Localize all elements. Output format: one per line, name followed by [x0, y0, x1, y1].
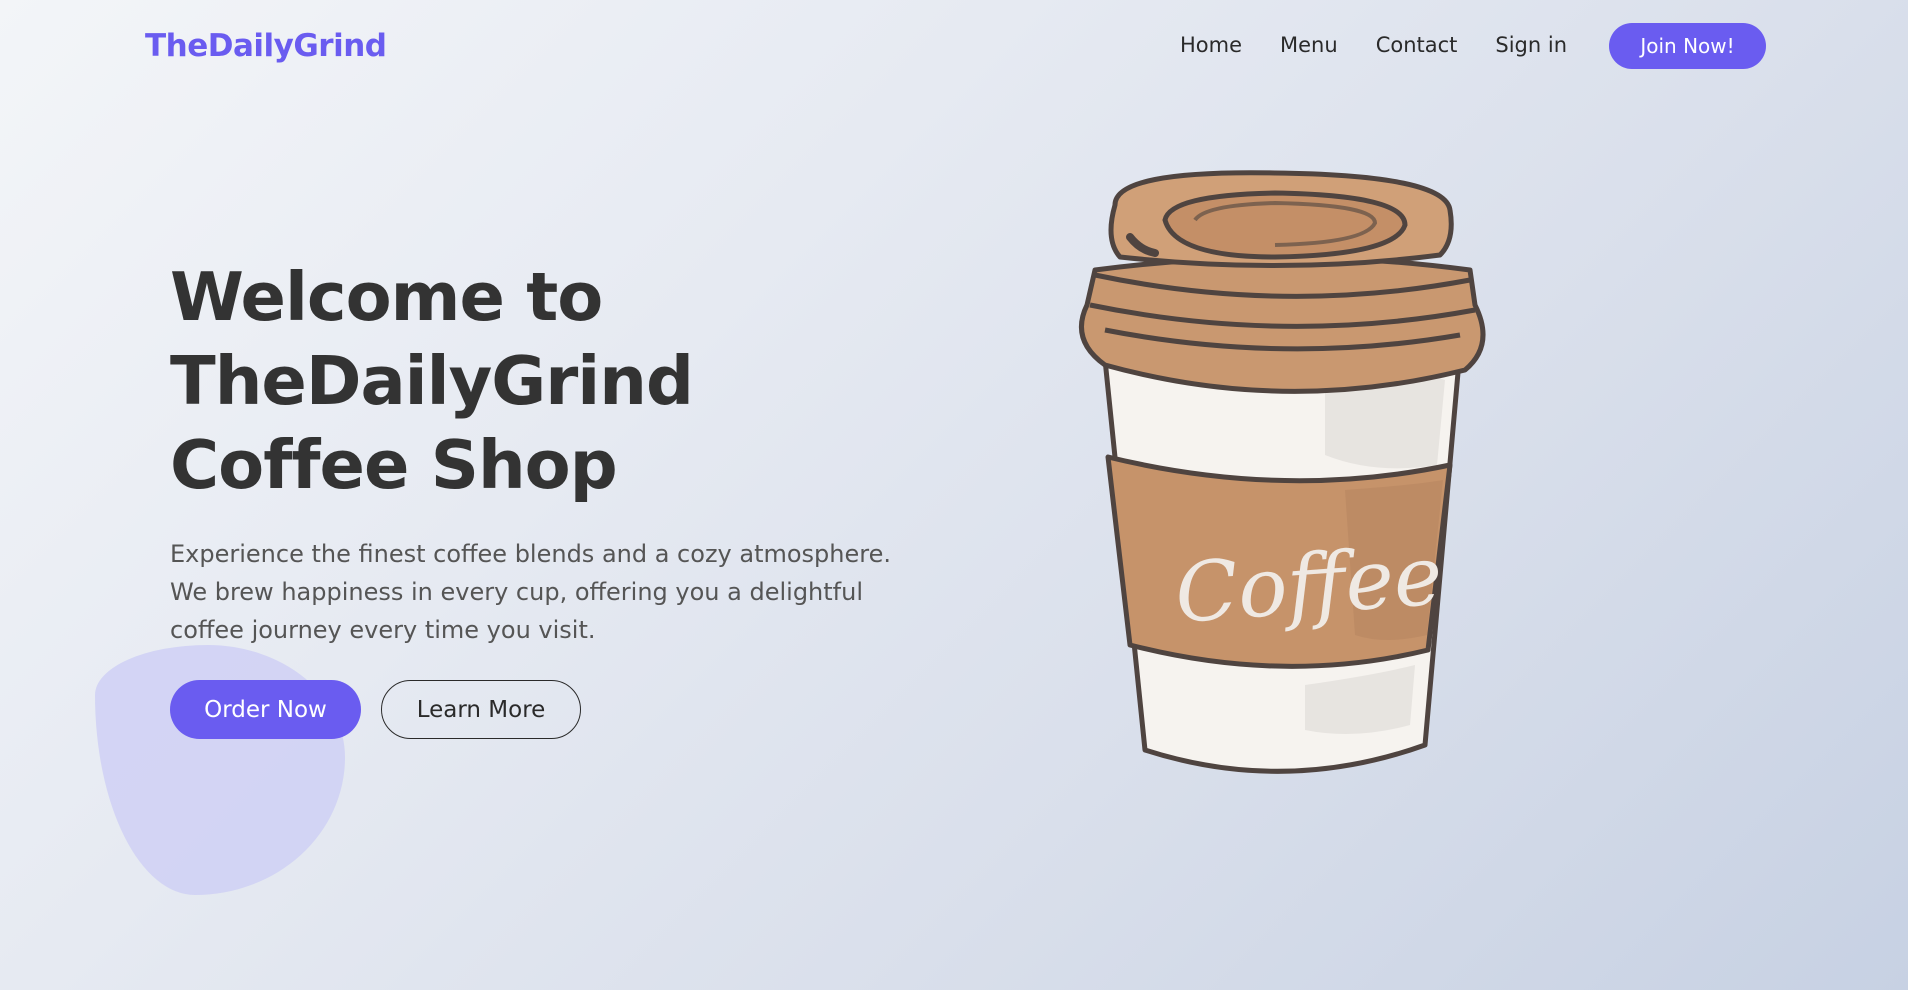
hero-title-line-2: TheDailyGrind	[170, 342, 694, 420]
hero-description: Experience the finest coffee blends and …	[170, 535, 930, 649]
hero-title-line-1: Welcome to	[170, 258, 603, 336]
sleeve-coffee-text: Coffee	[1172, 528, 1445, 641]
hero-title-line-3: Coffee Shop	[170, 426, 618, 504]
hero-title: Welcome to TheDailyGrind Coffee Shop	[170, 255, 890, 507]
nav-link-menu[interactable]: Menu	[1280, 33, 1338, 57]
coffee-cup-illustration: Coffee	[1078, 170, 1486, 774]
hero-description-line-2: We brew happiness in every cup, offering…	[170, 578, 863, 606]
order-now-button[interactable]: Order Now	[170, 680, 361, 739]
join-now-button[interactable]: Join Now!	[1609, 23, 1766, 69]
nav-link-home[interactable]: Home	[1180, 33, 1242, 57]
learn-more-button[interactable]: Learn More	[381, 680, 581, 739]
hero-description-line-1: Experience the finest coffee blends and …	[170, 540, 891, 568]
hero-description-line-3: coffee journey every time you visit.	[170, 616, 596, 644]
navbar: TheDailyGrind Home Menu Contact Sign in …	[0, 0, 1908, 92]
site-logo[interactable]: TheDailyGrind	[145, 28, 387, 64]
nav-link-sign-in[interactable]: Sign in	[1495, 33, 1567, 57]
nav-links: Home Menu Contact Sign in	[1180, 33, 1605, 57]
nav-link-contact[interactable]: Contact	[1376, 33, 1458, 57]
